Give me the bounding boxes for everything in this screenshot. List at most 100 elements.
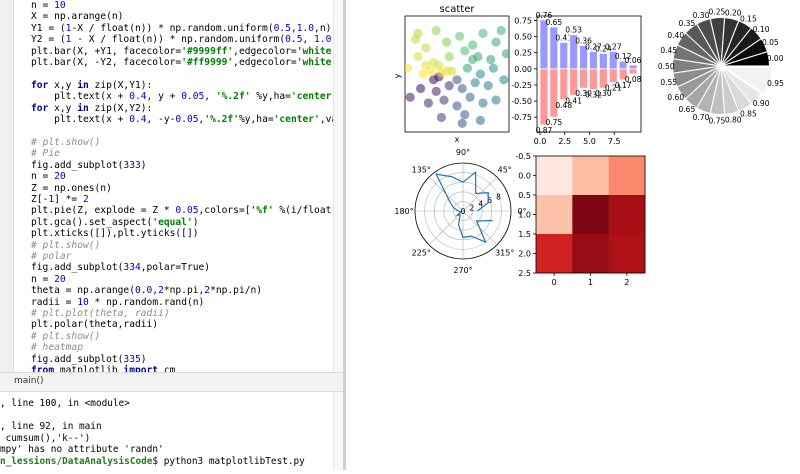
- heatmap-ytick-label: 0.5: [518, 191, 531, 200]
- scatter-point: [496, 25, 506, 36]
- polar-angle-label: 315°: [495, 249, 514, 258]
- code-line[interactable]: n = 20: [31, 171, 66, 182]
- bar-xtick-label: 7.5: [608, 137, 621, 146]
- pie-label: 0.15: [740, 15, 757, 24]
- code-line[interactable]: plt.text(x + 0.4, -y-0.05,'%.2f'%y,ha='c…: [31, 114, 343, 125]
- code-line[interactable]: # plt.show(): [31, 137, 100, 148]
- code-line[interactable]: plt.bar(X, -Y2, facecolor='#ff9999',edge…: [31, 57, 343, 68]
- pie-label: 0.10: [753, 25, 770, 34]
- scatter-xlabel: x: [455, 135, 460, 144]
- code-line[interactable]: # plt.show(): [31, 331, 100, 342]
- scatter-ylabel: y: [393, 73, 402, 78]
- code-line[interactable]: plt.pie(Z, explode = Z * 0.05,colors=['%…: [31, 205, 343, 216]
- pie-label: 0.85: [740, 109, 757, 118]
- code-line[interactable]: Z[-1] *= 2: [31, 194, 89, 205]
- code-line[interactable]: # plt.plot(theta, radii): [31, 308, 170, 319]
- scatter-point: [416, 83, 426, 94]
- heatmap-xtick-label: 1: [588, 278, 593, 287]
- code-line[interactable]: # plt.show(): [31, 240, 100, 251]
- bar-negative: [589, 68, 598, 90]
- scatter-point: [429, 75, 439, 85]
- code-line[interactable]: fig.add_subplot(335): [31, 354, 147, 365]
- heatmap-cell: [536, 156, 573, 196]
- bar-positive: [589, 51, 598, 70]
- polar-rtick-label: 8: [496, 192, 501, 201]
- scatter-point: [442, 37, 452, 47]
- code-line[interactable]: plt.text(x + 0.4, y + 0.05, '%.2f' %y,ha…: [31, 91, 343, 102]
- bar-negative: [539, 68, 549, 126]
- code-line[interactable]: # Pie: [31, 148, 60, 159]
- pie-label: 0.70: [693, 113, 710, 122]
- scatter-point: [413, 52, 423, 62]
- scatter-point: [488, 63, 498, 73]
- breadcrumb[interactable]: main(): [14, 376, 44, 386]
- scatter-point: [460, 110, 470, 120]
- code-line[interactable]: # heatmap: [31, 342, 83, 353]
- scatter-point: [431, 86, 441, 96]
- code-line[interactable]: plt.xticks([]),plt.yticks([]): [31, 228, 199, 239]
- pie-label: 0.05: [762, 38, 779, 47]
- scatter-point: [491, 37, 501, 47]
- code-line[interactable]: from matplotlib import cm: [31, 365, 175, 372]
- code-line[interactable]: Y2 = (1 - X / float(n)) * np.random.unif…: [31, 34, 343, 45]
- scatter-point: [468, 40, 478, 50]
- scatter-point: [431, 25, 441, 36]
- heatmap-cell: [536, 195, 573, 235]
- scatter-point: [501, 49, 509, 59]
- scatter-point: [470, 78, 480, 88]
- scatter-point: [486, 54, 496, 65]
- scatter-point: [452, 101, 462, 111]
- heatmap-ytick-label: 1.0: [518, 211, 531, 220]
- code-line[interactable]: X = np.arange(n): [31, 11, 123, 22]
- code-line[interactable]: Y1 = (1-X / float(n)) * np.random.unifor…: [31, 23, 331, 34]
- code-line[interactable]: plt.polar(theta,radii): [31, 319, 158, 330]
- polar-angle-label: 45°: [498, 165, 512, 174]
- bar-value-label: 0.87: [536, 126, 553, 135]
- pie-label: 0.75: [709, 117, 726, 126]
- bar-positive: [559, 42, 569, 70]
- code-line[interactable]: fig.add_subplot(333): [31, 160, 147, 171]
- code-line[interactable]: plt.gca().set_aspect('equal'): [31, 217, 199, 228]
- code-line[interactable]: # polar: [31, 251, 71, 262]
- bar-value-label: 0.75: [545, 118, 562, 127]
- bar-xtick-label: 2.5: [558, 137, 571, 146]
- bar-value-label: 0.27: [605, 42, 622, 51]
- pie-label: 0.35: [679, 19, 696, 28]
- terminal-panel[interactable]: , line 100, in <module> , line 92, in ma…: [0, 392, 343, 470]
- scatter-point: [426, 66, 436, 76]
- code-line[interactable]: for x,y in zip(X,Y2):: [31, 103, 152, 114]
- polar-angle-label: 90°: [456, 148, 470, 157]
- code-editor[interactable]: n = 10 X = np.arange(n) Y1 = (1-X / floa…: [0, 0, 343, 372]
- polar-angle-label: 270°: [453, 266, 472, 275]
- bar-negative: [559, 68, 569, 101]
- bar-value-label: 0.08: [625, 75, 642, 84]
- code-line[interactable]: fig.add_subplot(334,polar=True): [31, 262, 210, 273]
- scatter-point: [423, 98, 433, 108]
- bar-ytick-label: 0.75: [514, 17, 532, 26]
- scatter-point: [468, 54, 478, 65]
- pie-label: 0.55: [660, 78, 677, 87]
- breadcrumb-bar: main(): [0, 372, 343, 392]
- heatmap-ytick-label: 2.0: [518, 250, 531, 259]
- heatmap-cell: [608, 156, 646, 196]
- bar-negative: [549, 68, 559, 118]
- scatter-point: [475, 69, 485, 79]
- code-line[interactable]: n = 20: [31, 274, 66, 285]
- bar-ytick-label: -0.25: [511, 81, 532, 90]
- code-line[interactable]: theta = np.arange(0.0,2*np.pi,2*np.pi/n): [31, 285, 262, 296]
- code-text[interactable]: n = 10 X = np.arange(n) Y1 = (1-X / floa…: [31, 0, 343, 372]
- code-line[interactable]: Z = np.ones(n): [31, 183, 112, 194]
- heatmap-xtick-label: 0: [552, 278, 557, 287]
- scatter-point: [491, 95, 501, 105]
- editor-scrollbar[interactable]: [333, 0, 343, 372]
- code-line[interactable]: radii = 10 * np.random.rand(n): [31, 297, 204, 308]
- heatmap-cell: [572, 156, 609, 196]
- scatter-point: [462, 63, 472, 73]
- code-line[interactable]: plt.bar(X, +Y1, facecolor='#9999ff',edge…: [31, 46, 343, 57]
- code-line[interactable]: n = 10: [31, 0, 66, 11]
- scatter-point: [405, 63, 413, 73]
- code-line[interactable]: for x,y in zip(X,Y1):: [31, 80, 152, 91]
- bar-ytick-label: 0.00: [514, 65, 532, 74]
- bar-ytick-label: 0.25: [514, 49, 532, 58]
- heatmap-cell: [572, 234, 609, 274]
